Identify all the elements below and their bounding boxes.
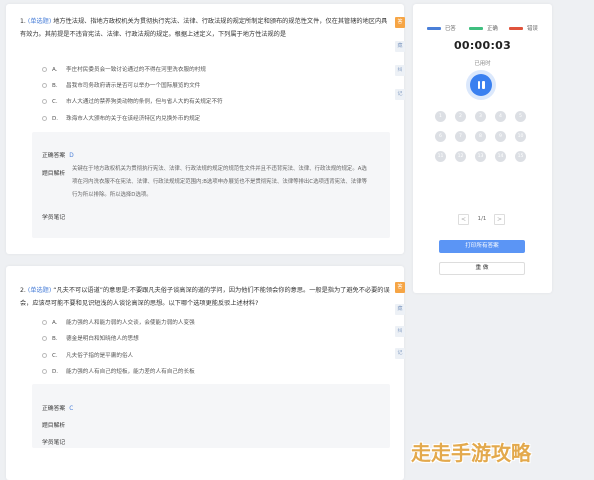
answer-card-button[interactable]: 答 (395, 282, 405, 293)
question-nav-13[interactable]: 13 (475, 151, 486, 162)
question-card-1: 1. (单选题) 地方性法规、指地方政权机关为贯彻执行宪法、法律、行政法规的规定… (6, 4, 405, 254)
question-nav-9[interactable]: 9 (495, 131, 506, 142)
legend-swatch (427, 27, 441, 30)
question-nav-14[interactable]: 14 (495, 151, 506, 162)
question-nav-8[interactable]: 8 (475, 131, 486, 142)
timer: 00:00:03 (453, 39, 512, 52)
pause-button[interactable] (470, 74, 492, 96)
notes-label: 学员笔记 (42, 215, 66, 221)
analysis-label: 题目解析 (42, 423, 66, 429)
question-type-tag: (单选题) (27, 287, 52, 294)
question-nav-2[interactable]: 2 (455, 111, 466, 122)
question-nav-10[interactable]: 10 (515, 131, 526, 142)
radio-icon[interactable] (42, 116, 47, 121)
analysis-box: 正确答案 D 题目解析 关键在于地方政权机关为贯彻执行宪法、法律、行政法规的规定的… (32, 132, 390, 238)
print-answers-button[interactable]: 打印所有答案 (439, 240, 525, 253)
answer-card-button[interactable]: 答 (395, 17, 405, 28)
question-nav-7[interactable]: 7 (455, 131, 466, 142)
legend-wrong: 错误 (509, 24, 538, 32)
question-type-tag: (单选题) (27, 18, 52, 25)
radio-icon[interactable] (42, 99, 47, 104)
answer-sheet-panel: 已答 正确 错误 00:00:03 已用时 1 2 3 4 5 6 7 8 9 … (413, 4, 552, 293)
favorite-button[interactable]: 藏 (395, 41, 405, 52)
question-card-2: 2. (单选题) “凡夫不可以语道”的意思是:不要跟凡夫俗子谈高深的道的学问，因… (6, 266, 405, 480)
legend-swatch (469, 27, 483, 30)
legend-answered: 已答 (427, 24, 456, 32)
page-indicator: 1/1 (477, 216, 487, 222)
question-stem: “凡夫不可以语道”的意思是:不要跟凡夫俗子谈高深的道的学问，因为他们不能领会你的… (20, 287, 390, 307)
question-text: 2. (单选题) “凡夫不可以语道”的意思是:不要跟凡夫俗子谈高深的道的学问，因… (20, 284, 390, 310)
watermark-logo: 走走手游攻略 (411, 441, 531, 465)
question-nav-11[interactable]: 11 (435, 151, 446, 162)
pause-icon (477, 81, 480, 89)
time-used-label: 已用时 (474, 61, 491, 67)
answer-value: D (69, 153, 74, 159)
question-nav-6[interactable]: 6 (435, 131, 446, 142)
question-number: 1. (20, 18, 26, 25)
question-stem: 地方性法规、指地方政权机关为贯彻执行宪法、法律、行政法规的规定所制定和颁布的规范… (20, 18, 388, 38)
question-nav-1[interactable]: 1 (435, 111, 446, 122)
question-nav-15[interactable]: 15 (515, 151, 526, 162)
radio-icon[interactable] (42, 336, 47, 341)
answer-value: C (69, 406, 74, 412)
favorite-button[interactable]: 藏 (395, 304, 405, 315)
question-nav-12[interactable]: 12 (455, 151, 466, 162)
radio-icon[interactable] (42, 320, 47, 325)
redo-button[interactable]: 重 做 (439, 262, 525, 275)
question-nav-4[interactable]: 4 (495, 111, 506, 122)
report-error-button[interactable]: 纠 (395, 65, 405, 76)
correct-answer: 正确答案 D (42, 153, 74, 159)
pause-icon (482, 81, 485, 89)
note-button[interactable]: 记 (395, 348, 405, 359)
question-nav-5[interactable]: 5 (515, 111, 526, 122)
analysis-label: 题目解析 (42, 171, 66, 177)
radio-icon[interactable] (42, 369, 47, 374)
next-page-button[interactable]: > (494, 214, 505, 225)
legend-swatch (509, 27, 523, 30)
question-number: 2. (20, 287, 26, 294)
analysis-box: 正确答案 C 题目解析 学员笔记 (32, 384, 390, 448)
analysis-text: 关键在于地方政权机关为贯彻执行宪法、法律、行政法规的规定的规范性文件并且不违背宪… (72, 166, 367, 198)
report-error-button[interactable]: 纠 (395, 326, 405, 337)
legend-correct: 正确 (469, 24, 498, 32)
radio-icon[interactable] (42, 83, 47, 88)
question-nav-3[interactable]: 3 (475, 111, 486, 122)
prev-page-button[interactable]: < (458, 214, 469, 225)
notes-label: 学员笔记 (42, 440, 66, 446)
radio-icon[interactable] (42, 353, 47, 358)
question-text: 1. (单选题) 地方性法规、指地方政权机关为贯彻执行宪法、法律、行政法规的规定… (20, 15, 390, 41)
note-button[interactable]: 记 (395, 89, 405, 100)
correct-answer: 正确答案 C (42, 406, 74, 412)
radio-icon[interactable] (42, 67, 47, 72)
